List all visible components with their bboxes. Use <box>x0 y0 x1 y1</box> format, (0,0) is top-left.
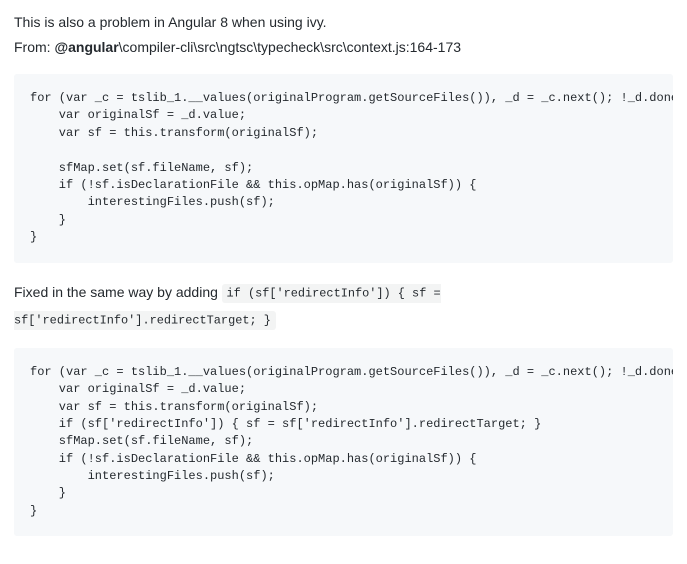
intro-line-1: This is also a problem in Angular 8 when… <box>14 12 673 33</box>
intro-prefix: From: <box>14 39 54 55</box>
code-block-fixed[interactable]: for (var _c = tslib_1.__values(originalP… <box>14 348 673 537</box>
code-block-original[interactable]: for (var _c = tslib_1.__values(originalP… <box>14 74 673 263</box>
fix-description: Fixed in the same way by adding if (sf['… <box>14 279 673 332</box>
fix-text: Fixed in the same way by adding <box>14 284 222 300</box>
intro-line-2: From: @angular\compiler-cli\src\ngtsc\ty… <box>14 37 673 58</box>
intro-path: \compiler-cli\src\ngtsc\typecheck\src\co… <box>119 39 461 55</box>
intro-package: @angular <box>54 39 118 55</box>
